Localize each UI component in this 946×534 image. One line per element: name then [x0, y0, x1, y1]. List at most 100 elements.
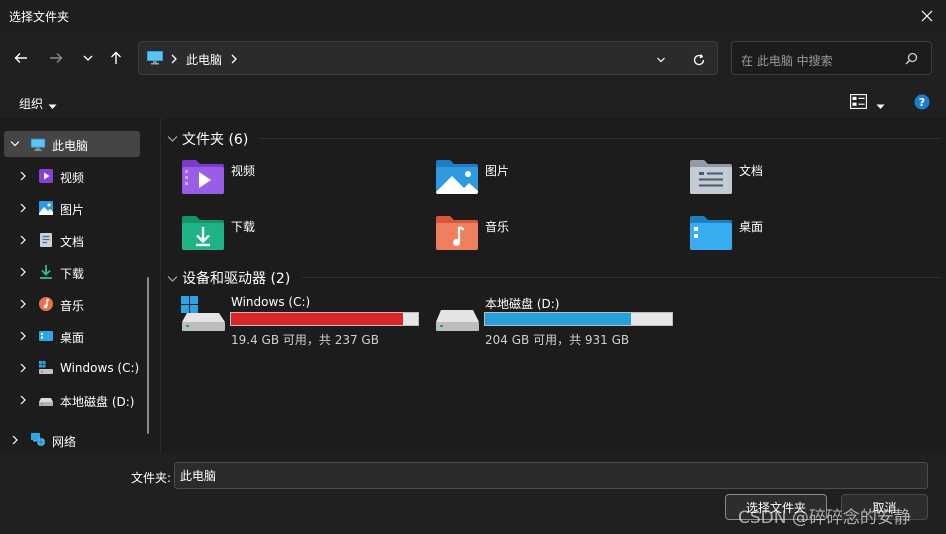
refresh-button[interactable] [689, 50, 709, 70]
download-folder-icon [182, 216, 224, 250]
sidebar-item-videos[interactable]: 视频 [0, 162, 150, 190]
sidebar-item-downloads[interactable]: 下载 [0, 258, 150, 286]
folder-name-input[interactable] [174, 462, 928, 489]
folder-music[interactable]: 音乐 [435, 214, 635, 262]
group-divider [258, 138, 942, 139]
download-icon [40, 265, 52, 279]
svg-text:?: ? [919, 96, 925, 109]
desktop-folder-icon [690, 216, 732, 250]
video-icon [39, 169, 53, 183]
close-button[interactable] [912, 3, 942, 29]
sidebar-item-label: 此电脑 [52, 139, 89, 153]
sidebar-item-windows-c[interactable]: Windows (C:) [0, 354, 150, 382]
drive-icon [39, 398, 53, 406]
chevron-right-icon[interactable] [19, 395, 27, 405]
back-button[interactable] [8, 45, 34, 71]
document-icon [40, 233, 52, 247]
sidebar-item-label: 本地磁盘 (D:) [60, 395, 135, 409]
folder-videos[interactable]: 视频 [181, 158, 381, 206]
sidebar-item-documents[interactable]: 文档 [0, 226, 150, 254]
folder-label: 下载 [231, 220, 256, 234]
drive-usage-fill [485, 313, 632, 325]
chevron-down-icon [83, 55, 93, 61]
chevron-down-icon [657, 57, 665, 63]
group-divider [302, 277, 942, 278]
address-bar[interactable] [138, 41, 718, 75]
sidebar-item-pictures[interactable]: 图片 [0, 194, 150, 222]
sidebar-item-this-pc[interactable]: 此电脑 [0, 130, 150, 158]
close-icon [921, 10, 933, 22]
sidebar-item-label: 下载 [60, 267, 85, 281]
chevron-right-icon[interactable] [19, 299, 27, 309]
help-icon: ? [914, 94, 930, 110]
picture-icon [39, 201, 53, 215]
sidebar-scrollbar[interactable] [147, 277, 149, 434]
drive-local-disk-d[interactable]: 本地磁盘 (D:) 204 GB 可用，共 931 GB [435, 295, 685, 351]
title-bar [0, 0, 946, 32]
watermark-text: CSDN @碎碎念的安静 [738, 508, 911, 528]
organize-label: 组织 [19, 97, 44, 111]
drive-free-space: 19.4 GB 可用，共 237 GB [231, 333, 379, 347]
music-icon [39, 297, 53, 311]
recent-locations-button[interactable] [75, 45, 101, 71]
desktop-icon [39, 331, 53, 341]
chevron-right-icon[interactable] [19, 363, 27, 373]
window-title: 选择文件夹 [9, 10, 70, 24]
search-placeholder[interactable]: 在 此电脑 中搜索 [741, 52, 833, 69]
sidebar-item-label: 网络 [52, 435, 77, 449]
drive-windows-c[interactable]: Windows (C:) 19.4 GB 可用，共 237 GB [181, 295, 431, 351]
folder-label: 桌面 [739, 220, 764, 234]
address-history-button[interactable] [652, 52, 670, 68]
folder-label: 文档 [739, 164, 764, 178]
folder-label: 音乐 [485, 220, 510, 234]
chevron-right-icon[interactable] [19, 235, 27, 245]
drive-name: 本地磁盘 (D:) [485, 297, 560, 311]
breadcrumb-separator-icon [170, 53, 178, 67]
sidebar-item-network[interactable]: 网络 [0, 426, 150, 454]
pane-divider[interactable] [160, 118, 161, 452]
sidebar-item-label: Windows (C:) [60, 361, 140, 375]
folder-field-label: 文件夹: [131, 471, 172, 485]
drive-icon [436, 310, 479, 331]
folder-label: 图片 [485, 164, 510, 178]
chevron-right-icon[interactable] [19, 203, 27, 213]
windows-drive-icon [181, 296, 225, 331]
drives-group-header[interactable]: 设备和驱动器 (2) [182, 268, 290, 288]
organize-menu-button[interactable]: 组织 [19, 95, 43, 112]
folders-group-header[interactable]: 文件夹 (6) [182, 129, 248, 149]
forward-button[interactable] [43, 45, 69, 71]
chevron-right-icon[interactable] [11, 435, 19, 445]
network-icon [31, 433, 45, 446]
arrow-left-icon [14, 53, 27, 63]
folder-pictures[interactable]: 图片 [435, 158, 635, 206]
refresh-icon [693, 54, 705, 66]
breadcrumb-this-pc[interactable]: 此电脑 [186, 51, 222, 68]
view-dropdown-icon[interactable] [876, 99, 885, 113]
drive-usage-bar [484, 312, 673, 326]
windows-drive-icon [39, 361, 53, 374]
sidebar-item-music[interactable]: 音乐 [0, 290, 150, 318]
folder-documents[interactable]: 文档 [689, 158, 889, 206]
folder-downloads[interactable]: 下载 [181, 214, 381, 262]
search-icon[interactable] [905, 52, 918, 68]
sidebar-item-local-disk-d[interactable]: 本地磁盘 (D:) [0, 386, 150, 414]
view-options-button[interactable] [850, 94, 867, 112]
folder-label: 视频 [231, 164, 256, 178]
document-folder-icon [690, 160, 732, 194]
command-bar [0, 84, 946, 118]
up-button[interactable] [103, 45, 129, 71]
help-button[interactable]: ? [914, 94, 930, 113]
drive-free-space: 204 GB 可用，共 931 GB [485, 333, 630, 347]
chevron-right-icon[interactable] [19, 171, 27, 181]
collapse-folders-icon[interactable] [167, 132, 178, 146]
arrow-up-icon [111, 51, 121, 64]
chevron-right-icon[interactable] [19, 267, 27, 277]
drive-usage-bar [230, 312, 419, 326]
pc-icon [146, 50, 164, 69]
folder-desktop[interactable]: 桌面 [689, 214, 889, 262]
chevron-right-icon[interactable] [19, 331, 27, 341]
organize-dropdown-icon[interactable] [48, 99, 57, 113]
chevron-down-icon[interactable] [10, 140, 20, 148]
collapse-drives-icon[interactable] [167, 272, 178, 286]
sidebar-item-desktop[interactable]: 桌面 [0, 322, 150, 350]
